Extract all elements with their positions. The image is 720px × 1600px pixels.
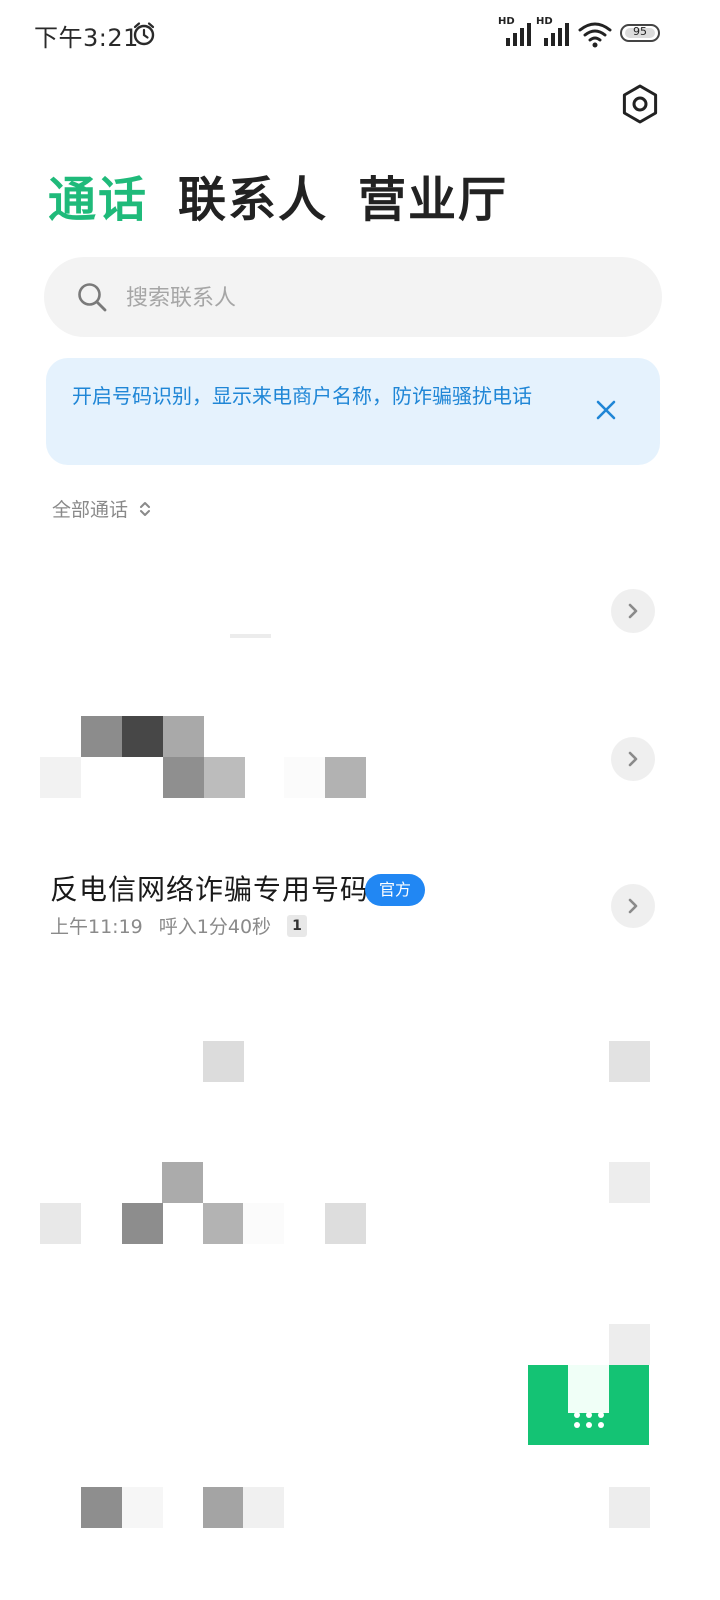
redacted-block	[609, 1041, 650, 1082]
redacted-block	[122, 1203, 163, 1244]
redacted-block	[163, 757, 204, 798]
redacted-block	[122, 716, 163, 757]
dialpad-icon	[574, 1412, 604, 1428]
dialpad-floating-button[interactable]	[528, 1365, 649, 1445]
settings-button[interactable]	[614, 78, 666, 130]
call-detail-button[interactable]	[611, 884, 655, 928]
redacted-block	[609, 1487, 650, 1528]
signal-bars-icon	[544, 23, 569, 46]
redacted-block	[122, 1487, 163, 1528]
sort-icon	[140, 501, 151, 516]
caller-name: 反电信网络诈骗专用号码	[50, 873, 370, 906]
redacted-block	[230, 634, 271, 638]
status-bar: 下午3:21 HD HD 95	[0, 0, 720, 68]
banner-text: 开启号码识别，显示来电商户名称，防诈骗骚扰电话	[72, 384, 532, 408]
alarm-icon	[133, 22, 155, 46]
redacted-block	[243, 1487, 284, 1528]
redacted-block	[162, 1162, 203, 1203]
close-icon[interactable]	[594, 398, 618, 422]
filter-label: 全部通话	[52, 499, 129, 521]
search-input[interactable]	[124, 279, 608, 317]
redacted-block	[203, 1203, 244, 1244]
top-tabs: 通话 联系人 营业厅	[48, 160, 508, 230]
redacted-block	[203, 1041, 244, 1082]
chevron-right-icon	[628, 603, 638, 619]
settings-icon	[622, 84, 658, 124]
floating-tab-notch	[568, 1365, 609, 1413]
redacted-block	[81, 716, 122, 757]
redacted-block	[203, 1487, 244, 1528]
redacted-block	[81, 1487, 122, 1528]
official-badge: 官方	[365, 874, 425, 906]
redacted-block	[325, 757, 366, 798]
call-meta: 上午11:19 呼入1分40秒 1	[50, 912, 308, 939]
redacted-block	[609, 1162, 650, 1203]
call-detail-button[interactable]	[611, 737, 655, 781]
tab-calls[interactable]: 通话	[48, 160, 148, 230]
status-time: 下午3:21	[34, 24, 139, 52]
redacted-block	[40, 1203, 81, 1244]
battery-icon: 95	[620, 24, 660, 42]
search-icon	[78, 283, 107, 312]
tab-contacts[interactable]: 联系人	[178, 160, 328, 230]
wifi-icon	[578, 22, 612, 48]
chevron-right-icon	[628, 898, 638, 914]
call-detail-button[interactable]	[611, 589, 655, 633]
redacted-block	[40, 757, 81, 798]
redacted-block	[204, 757, 245, 798]
redacted-block	[284, 757, 325, 798]
call-count-badge: 1	[287, 914, 308, 937]
caller-id-banner[interactable]: 开启号码识别，显示来电商户名称，防诈骗骚扰电话	[46, 358, 660, 465]
search-bar[interactable]	[44, 257, 662, 337]
redacted-block	[609, 1324, 650, 1365]
tab-service-hall[interactable]: 营业厅	[358, 160, 508, 230]
call-detail: 呼入1分40秒	[158, 916, 272, 938]
signal-bars-icon	[506, 23, 531, 46]
battery-level: 95	[633, 25, 647, 38]
call-filter-dropdown[interactable]: 全部通话	[52, 495, 152, 522]
redacted-block	[163, 716, 204, 757]
redacted-block	[243, 1203, 284, 1244]
call-time: 上午11:19	[50, 916, 143, 938]
chevron-right-icon	[628, 751, 638, 767]
redacted-block	[325, 1203, 366, 1244]
